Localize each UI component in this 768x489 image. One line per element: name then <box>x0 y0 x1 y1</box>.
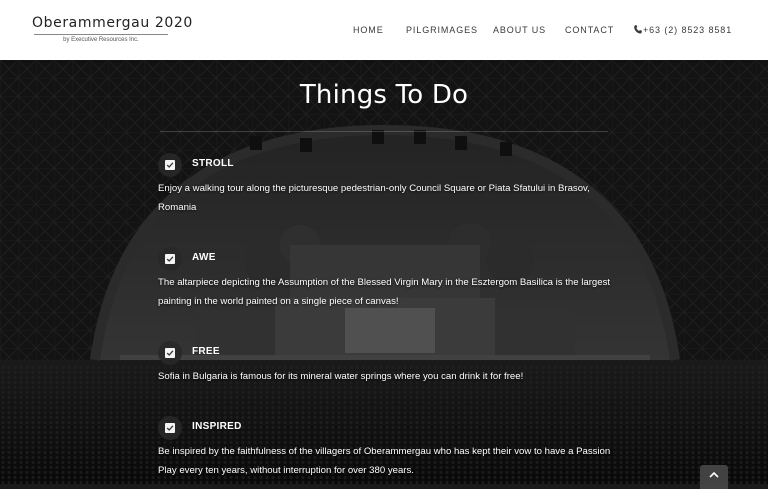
brand-divider <box>34 34 168 35</box>
phone-icon <box>634 25 642 34</box>
item-text: Enjoy a walking tour along the picturesq… <box>158 183 590 213</box>
brand-logo[interactable]: Oberammergau 2020 by Executive Resources… <box>32 15 193 43</box>
chevron-up-icon <box>709 471 719 478</box>
brand-subtitle: by Executive Resources Inc. <box>63 37 139 43</box>
item-label: INSPIRED <box>192 421 242 432</box>
checkbox-icon <box>165 160 175 170</box>
nav-contact[interactable]: CONTACT <box>565 25 614 35</box>
item-label: STROLL <box>192 158 234 169</box>
checkbox-icon <box>165 348 175 358</box>
nav-phone[interactable]: +63 (2) 8523 8581 <box>634 25 732 35</box>
item-text: The altarpiece depicting the Assumption … <box>158 277 611 307</box>
check-badge <box>158 341 182 365</box>
phone-number: +63 (2) 8523 8581 <box>643 25 733 35</box>
page-title: Things To Do <box>299 80 469 110</box>
nav-home[interactable]: HOME <box>353 25 384 35</box>
item-text: Be inspired by the faithfulness of the v… <box>158 446 611 476</box>
checkbox-icon <box>165 254 175 264</box>
checkbox-icon <box>165 423 175 433</box>
hero-background <box>0 60 768 484</box>
item-label: FREE <box>192 346 220 357</box>
nav-pilgrimages[interactable]: PILGRIMAGES <box>406 25 478 35</box>
title-divider <box>160 131 608 132</box>
check-badge <box>158 416 182 440</box>
theater-background-image <box>0 60 768 484</box>
check-badge <box>158 153 182 177</box>
scroll-to-top-button[interactable] <box>700 465 728 489</box>
item-label: AWE <box>192 252 216 263</box>
brand-title: Oberammergau 2020 <box>32 15 193 31</box>
site-header: Oberammergau 2020 by Executive Resources… <box>0 0 768 60</box>
check-badge <box>158 247 182 271</box>
nav-about-us[interactable]: ABOUT US <box>493 25 546 35</box>
item-text: Sofia in Bulgaria is famous for its mine… <box>158 371 524 382</box>
